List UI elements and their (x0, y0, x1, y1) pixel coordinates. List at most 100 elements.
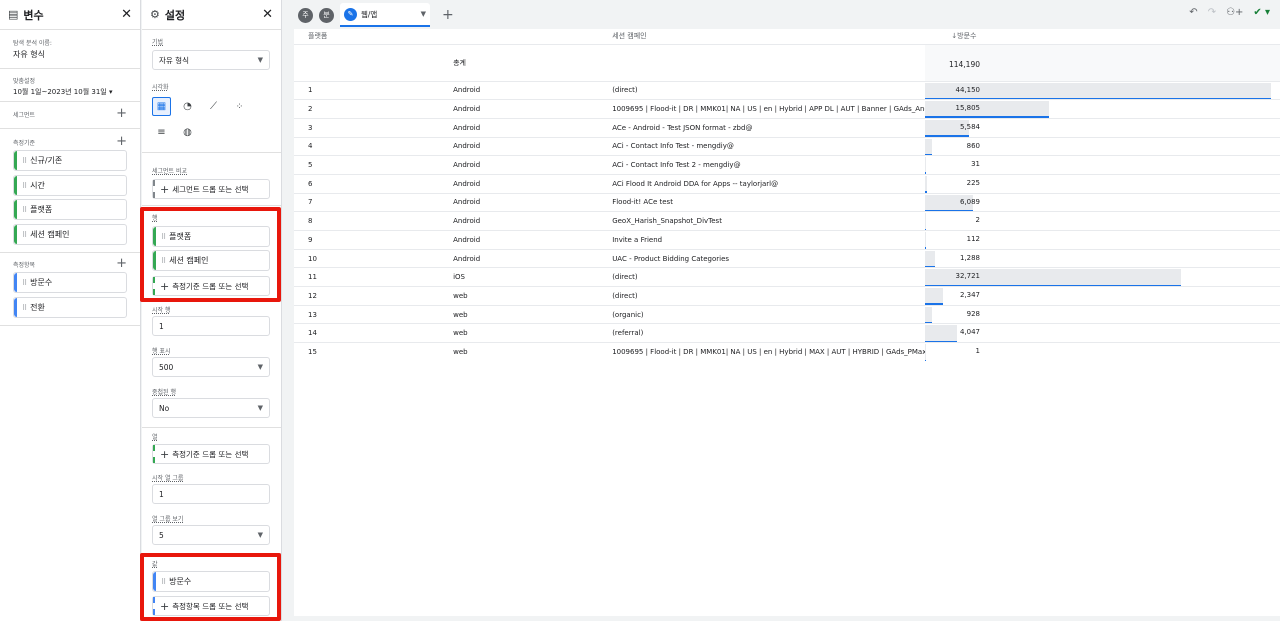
table-row[interactable]: 7 Android Flood-it! ACe test 6,089 (294, 192, 1280, 212)
value-bar (925, 344, 927, 361)
exploration-name[interactable]: 자유 형식 (13, 49, 127, 60)
nested-rows-select[interactable]: No ▼ (152, 398, 270, 418)
add-tab-icon[interactable]: + (442, 7, 454, 23)
table-row[interactable]: 8 Android GeoX_Harish_Snapshot_DivTest 2 (294, 211, 1280, 231)
close-icon[interactable]: ✕ (262, 7, 273, 22)
close-icon[interactable]: ✕ (121, 7, 132, 22)
row-index: 1 (294, 80, 454, 100)
value-bar (925, 325, 958, 342)
table-row[interactable]: 4 Android ACi - Contact Info Test - meng… (294, 136, 1280, 156)
line-viz-icon[interactable]: ⟋ (204, 97, 223, 116)
globe-viz-icon[interactable]: ◍ (178, 123, 197, 142)
campaign-cell: ACi - Contact Info Test - mengdiy@ (612, 136, 926, 156)
main-canvas-area: 주 분 ✎ 웹/앱 ▼ + ↶ ↷ ⚇+ ✔ ▾ 플랫폼 세션 캠페인 ↓방문수 (292, 0, 1280, 621)
sessions-cell: 32,721 (955, 272, 981, 281)
dimension-chip[interactable]: ⠿ 시간 (13, 175, 127, 196)
row-index: 8 (294, 211, 454, 231)
campaign-cell: (direct) (612, 80, 926, 100)
data-table: 플랫폼 세션 캠페인 ↓방문수 총계 114,190 1 Android (di… (294, 29, 1280, 362)
date-range-selector[interactable]: 10월 1일~2023년 10월 31일 ▾ (13, 87, 127, 97)
table-row[interactable]: 5 Android ACi - Contact Info Test 2 - me… (294, 155, 1280, 175)
show-rows-select[interactable]: 500 ▼ (152, 357, 270, 377)
value-bar (925, 157, 927, 173)
check-circle-icon[interactable]: ✔ ▾ (1253, 7, 1270, 18)
sessions-cell: 1 (975, 347, 980, 356)
sessions-cell: 2 (975, 216, 980, 225)
drag-handle-icon[interactable]: ⠿ (22, 157, 27, 165)
undo-icon[interactable]: ↶ (1189, 7, 1197, 18)
bar-viz-icon[interactable]: ≡ (152, 123, 171, 142)
metric-chip[interactable]: ⠿ 전환 (13, 297, 127, 318)
add-segment-icon[interactable]: + (116, 107, 127, 120)
table-row[interactable]: 12 web (direct) 2,347 (294, 286, 1280, 306)
dimension-chip[interactable]: ⠿ 플랫폼 (13, 199, 127, 220)
header-sessions[interactable]: ↓방문수 (951, 32, 976, 40)
caret-down-icon: ▼ (257, 56, 263, 64)
tab-active[interactable]: ✎ 웹/앱 ▼ (340, 3, 430, 27)
metric-label: 전환 (30, 303, 45, 312)
add-metric-icon[interactable]: + (116, 257, 127, 270)
dimension-label: 플랫폼 (30, 205, 53, 214)
table-row[interactable]: 9 Android Invite a Friend 112 (294, 230, 1280, 250)
column-drop-zone[interactable]: + 측정기준 드롭 또는 선택 (152, 444, 270, 464)
total-row: 총계 114,190 (294, 43, 1280, 81)
settings-title: 설정 (164, 8, 186, 22)
metric-chip[interactable]: ⠿ 방문수 (13, 272, 127, 293)
value-bar (925, 213, 927, 229)
table-row[interactable]: 2 Android 1009695 | Flood-it | DR | MMK0… (294, 99, 1280, 119)
drag-handle-icon[interactable]: ⠿ (22, 182, 27, 190)
show-rows-value: 500 (159, 362, 174, 372)
show-cols-value: 5 (159, 530, 164, 540)
table-row[interactable]: 14 web (referral) 4,047 (294, 323, 1280, 343)
caret-down-icon: ▾ (108, 88, 113, 96)
sessions-cell: 15,805 (955, 104, 981, 113)
row-index: 2 (294, 99, 454, 119)
add-dimension-icon[interactable]: + (116, 135, 127, 148)
redo-icon[interactable]: ↷ (1208, 7, 1216, 18)
row-index: 15 (294, 342, 454, 362)
sessions-cell: 44,150 (955, 85, 981, 94)
table-row[interactable]: 13 web (organic) 928 (294, 304, 1280, 324)
tab-button-2[interactable]: 분 (319, 7, 334, 23)
donut-viz-icon[interactable]: ◔ (178, 97, 197, 116)
table-row[interactable]: 15 web 1009695 | Flood-it | DR | MMK01| … (294, 342, 1280, 362)
start-col-input[interactable]: 1 (152, 484, 270, 504)
table-row[interactable]: 1 Android (direct) 44,150 (294, 80, 1280, 100)
value-bar (925, 101, 1050, 117)
row-index: 14 (294, 323, 454, 343)
sessions-cell: 1,288 (959, 253, 980, 262)
drag-handle-icon[interactable]: ⠿ (22, 304, 27, 312)
table-viz-icon[interactable]: ▦ (152, 97, 171, 116)
show-rows-label: 행 표시 (152, 348, 171, 355)
dimension-chip[interactable]: ⠿ 세션 캠페인 (13, 224, 127, 245)
platform-cell: Android (453, 80, 613, 100)
header-campaign[interactable]: 세션 캠페인 (612, 32, 646, 40)
drag-handle-icon[interactable]: ⠿ (22, 206, 27, 214)
settings-header: ⚙ 설정 ✕ (142, 0, 281, 30)
highlight-box-values (140, 553, 281, 621)
drag-handle-icon[interactable]: ⠿ (22, 231, 27, 239)
technique-select[interactable]: 자유 형식 ▼ (152, 50, 270, 70)
segment-drop-zone[interactable]: + 세그먼트 드롭 또는 선택 (152, 179, 270, 199)
start-col-label: 시작 열 그룹 (152, 475, 184, 482)
variables-icon: ▤ (8, 8, 19, 21)
value-bar (925, 250, 936, 267)
campaign-cell: Flood-it! ACe test (612, 192, 926, 212)
table-row[interactable]: 6 Android ACi Flood It Android DDA for A… (294, 173, 1280, 194)
table-row[interactable]: 10 Android UAC - Product Bidding Categor… (294, 248, 1280, 268)
add-user-icon[interactable]: ⚇+ (1226, 7, 1243, 18)
header-platform[interactable]: 플랫폼 (308, 32, 327, 40)
caret-down-icon[interactable]: ▼ (421, 10, 426, 18)
start-row-input[interactable]: 1 (152, 316, 270, 336)
scatter-viz-icon[interactable]: ⁘ (230, 97, 249, 116)
segment-drop-label: 세그먼트 드롭 또는 선택 (172, 184, 249, 194)
drag-handle-icon[interactable]: ⠿ (22, 279, 27, 287)
tab-button-1[interactable]: 주 (298, 7, 313, 23)
row-index: 6 (294, 173, 454, 194)
table-row[interactable]: 11 iOS (direct) 32,721 (294, 267, 1280, 287)
dimension-chip[interactable]: ⠿ 신규/기존 (13, 150, 127, 171)
campaign-cell: (direct) (612, 267, 926, 287)
table-row[interactable]: 3 Android ACe - Android - Test JSON form… (294, 117, 1280, 138)
show-cols-select[interactable]: 5 ▼ (152, 525, 270, 545)
campaign-cell: ACi Flood It Android DDA for Apps -- tay… (612, 173, 926, 194)
